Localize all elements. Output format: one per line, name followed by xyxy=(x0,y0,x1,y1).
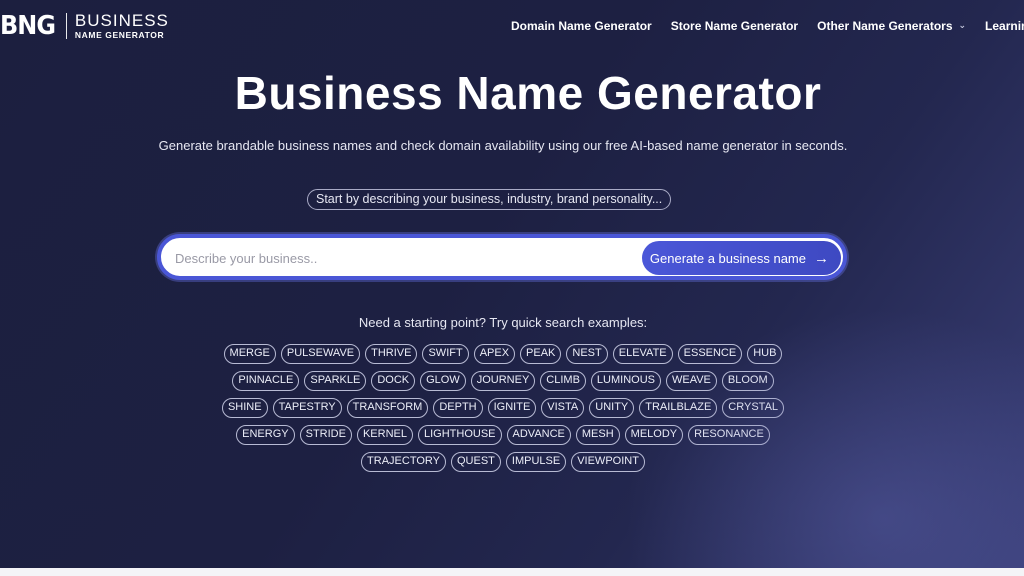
example-tag[interactable]: TAPESTRY xyxy=(272,398,342,418)
example-tag[interactable]: KERNEL xyxy=(356,425,413,445)
page-subtitle: Generate brandable business names and ch… xyxy=(158,138,848,153)
hint-pill: Start by describing your business, indus… xyxy=(307,189,672,210)
example-tag[interactable]: DOCK xyxy=(371,371,416,391)
example-tags: MERGE PULSEWAVE THRIVE SWIFT APEX PEAK N… xyxy=(212,344,794,472)
example-tag[interactable]: BLOOM xyxy=(721,371,774,391)
example-tag[interactable]: LIGHTHOUSE xyxy=(418,425,502,445)
generate-business-name-button[interactable]: Generate a business name → xyxy=(641,241,841,275)
example-tag[interactable]: UNITY xyxy=(589,398,635,418)
logo-mark: BNG xyxy=(0,11,56,41)
example-tag[interactable]: MERGE xyxy=(223,344,276,364)
example-tag[interactable]: PINNACLE xyxy=(232,371,300,391)
example-tag[interactable]: SPARKLE xyxy=(304,371,367,391)
example-tag[interactable]: LUMINOUS xyxy=(590,371,661,391)
example-tag[interactable]: STRIDE xyxy=(299,425,352,445)
example-tag[interactable]: CRYSTAL xyxy=(722,398,785,418)
example-tag[interactable]: IMPULSE xyxy=(505,452,567,472)
example-tag[interactable]: PULSEWAVE xyxy=(280,344,361,364)
logo-text: BUSINESS NAME GENERATOR xyxy=(75,12,169,40)
logo-line1: BUSINESS xyxy=(74,11,169,31)
nav-item-label: Store Name Generator xyxy=(670,19,799,33)
example-tag[interactable]: QUEST xyxy=(451,452,501,472)
nav-item-label: Other Name Generators xyxy=(817,19,953,33)
example-tag[interactable]: NEST xyxy=(566,344,608,364)
site-logo[interactable]: BNG BUSINESS NAME GENERATOR xyxy=(0,10,169,42)
nav-item-store-name-generator[interactable]: Store Name Generator xyxy=(671,19,798,33)
example-tag[interactable]: ENERGY xyxy=(236,425,295,445)
example-tag[interactable]: THRIVE xyxy=(365,344,418,364)
example-tag[interactable]: TRAILBLAZE xyxy=(639,398,718,418)
example-tag[interactable]: TRANSFORM xyxy=(346,398,429,418)
example-tag[interactable]: TRAJECTORY xyxy=(361,452,446,472)
example-tag[interactable]: VIEWPOINT xyxy=(571,452,645,472)
example-tag[interactable]: ADVANCE xyxy=(506,425,571,445)
example-tag[interactable]: WEAVE xyxy=(665,371,717,391)
example-tag[interactable]: SWIFT xyxy=(422,344,469,364)
search-box: Generate a business name → xyxy=(157,234,847,280)
business-description-input[interactable] xyxy=(173,244,637,272)
example-tag[interactable]: ESSENCE xyxy=(677,344,743,364)
example-tag[interactable]: MELODY xyxy=(624,425,684,445)
example-tag[interactable]: RESONANCE xyxy=(688,425,770,445)
example-tag[interactable]: IGNITE xyxy=(487,398,537,418)
chevron-down-icon: ⌄ xyxy=(958,19,967,30)
generate-button-label: Generate a business name xyxy=(649,250,806,266)
nav-item-learning[interactable]: Learning xyxy=(985,19,1024,33)
example-tag[interactable]: PEAK xyxy=(520,344,562,364)
logo-line2: NAME GENERATOR xyxy=(74,30,165,41)
page-title: Business Name Generator xyxy=(234,67,822,119)
nav-item-label: Domain Name Generator xyxy=(511,19,652,33)
page-bottom-strip xyxy=(0,568,1024,576)
example-tag[interactable]: VISTA xyxy=(541,398,585,418)
example-tag[interactable]: MESH xyxy=(575,425,620,445)
hero-section: BNG BUSINESS NAME GENERATOR Domain Name … xyxy=(0,0,1024,568)
main-nav: Domain Name Generator Store Name Generat… xyxy=(511,19,1024,33)
arrow-right-icon: → xyxy=(814,249,829,267)
example-tag[interactable]: ELEVATE xyxy=(612,344,673,364)
example-tag[interactable]: HUB xyxy=(747,344,783,364)
logo-divider xyxy=(65,13,67,39)
example-tag[interactable]: JOURNEY xyxy=(470,371,536,391)
nav-item-label: Learning xyxy=(985,19,1024,33)
example-tag[interactable]: DEPTH xyxy=(433,398,483,418)
nav-item-domain-name-generator[interactable]: Domain Name Generator xyxy=(511,19,652,33)
examples-label: Need a starting point? Try quick search … xyxy=(358,315,648,330)
example-tag[interactable]: APEX xyxy=(473,344,516,364)
nav-item-other-name-generators[interactable]: Other Name Generators ⌄ xyxy=(817,19,966,33)
example-tag[interactable]: SHINE xyxy=(221,398,268,418)
example-tag[interactable]: GLOW xyxy=(420,371,466,391)
example-tag[interactable]: CLIMB xyxy=(540,371,586,391)
